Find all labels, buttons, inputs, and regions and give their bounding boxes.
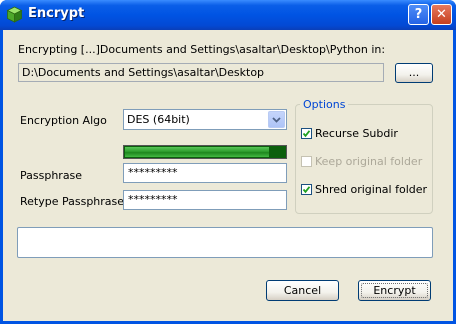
encrypt-window: Encrypt ? ✕ Encrypting [...]Documents an…: [0, 0, 456, 324]
destination-path-field[interactable]: D:\Documents and Settings\asaltar\Deskto…: [18, 63, 384, 82]
retype-passphrase-input[interactable]: *********: [123, 190, 287, 210]
focus-ring: [361, 283, 428, 298]
checkbox-checked-icon[interactable]: [301, 128, 312, 139]
recurse-subdir-checkbox[interactable]: Recurse Subdir: [301, 127, 398, 140]
close-icon: ✕: [436, 7, 447, 22]
window-title: Encrypt: [28, 6, 85, 21]
status-area: [17, 227, 433, 258]
close-button[interactable]: ✕: [431, 4, 452, 25]
checkbox-unchecked-icon: [301, 156, 312, 167]
shred-original-folder-checkbox[interactable]: Shred original folder: [301, 183, 427, 196]
options-title: Options: [300, 98, 349, 111]
source-label: Encrypting [...]Documents and Settings\a…: [18, 43, 386, 56]
cancel-button[interactable]: Cancel: [266, 280, 339, 301]
algo-label: Encryption Algo: [20, 114, 107, 127]
keep-original-folder-label: Keep original folder: [315, 155, 423, 168]
recurse-subdir-label: Recurse Subdir: [315, 127, 398, 140]
passphrase-strength-meter: [123, 145, 287, 159]
shred-original-folder-label: Shred original folder: [315, 183, 428, 196]
strength-meter-fill: [125, 147, 269, 157]
help-button[interactable]: ?: [408, 4, 429, 25]
green-cube-icon: [6, 6, 23, 23]
algo-selected-value: DES (64bit): [127, 113, 190, 126]
dialog-body: Encrypting [...]Documents and Settings\a…: [3, 30, 453, 321]
keep-original-folder-checkbox: Keep original folder: [301, 155, 422, 168]
chevron-down-icon[interactable]: [268, 111, 285, 128]
passphrase-label: Passphrase: [20, 169, 83, 182]
help-icon: ?: [414, 7, 423, 22]
algo-select[interactable]: DES (64bit): [123, 109, 287, 130]
retype-passphrase-label: Retype Passphrase: [20, 195, 125, 208]
browse-button[interactable]: ...: [395, 63, 433, 83]
title-bar[interactable]: Encrypt ? ✕: [0, 0, 456, 30]
checkbox-checked-icon[interactable]: [301, 184, 312, 195]
passphrase-input[interactable]: *********: [123, 163, 287, 183]
encrypt-button[interactable]: Encrypt: [358, 280, 431, 301]
